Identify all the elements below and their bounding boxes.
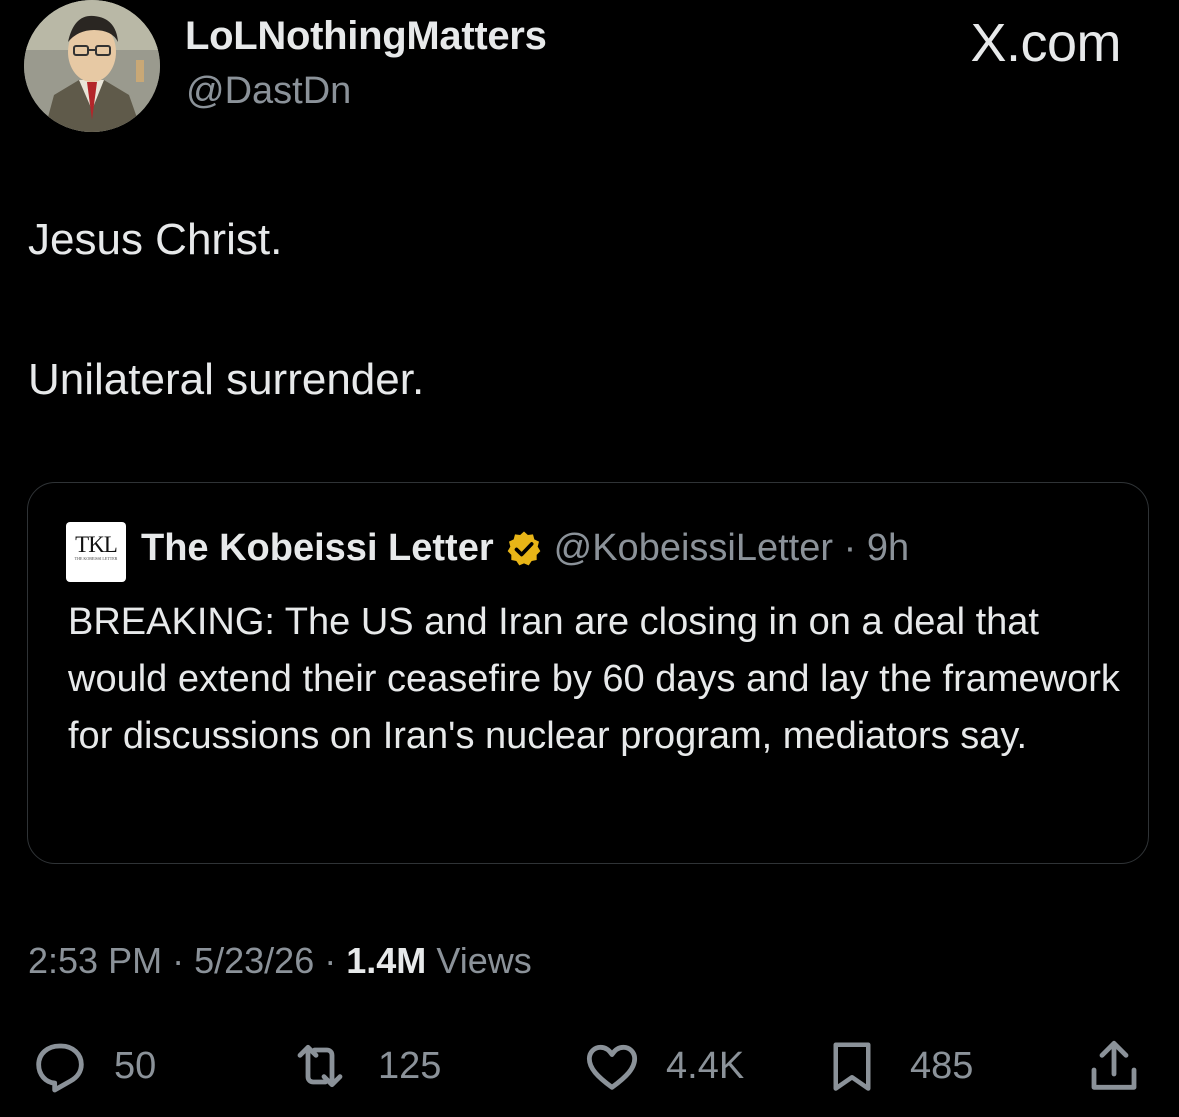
retweet-icon: [286, 1034, 354, 1098]
like-icon: [580, 1034, 644, 1098]
quoted-header: The Kobeissi Letter @KobeissiLetter · 9h: [141, 527, 909, 570]
quoted-tweet[interactable]: TKL THE KOBEISSI LETTER The Kobeissi Let…: [27, 482, 1149, 864]
views-count: 1.4M: [346, 940, 427, 981]
quoted-handle-text: @KobeissiLetter: [553, 527, 834, 569]
like-count: 4.4K: [666, 1044, 745, 1087]
tweet-date[interactable]: 5/23/26: [194, 940, 314, 981]
author-handle[interactable]: @DastDn: [186, 70, 351, 113]
logo-text: TKL: [75, 532, 118, 557]
reply-count: 50: [114, 1044, 157, 1087]
retweet-count: 125: [378, 1044, 442, 1087]
tweet-paragraph: Jesus Christ.: [28, 215, 283, 264]
retweet-button[interactable]: 125: [286, 1030, 441, 1102]
tweet-paragraph: Unilateral surrender.: [28, 355, 425, 404]
author-avatar[interactable]: [24, 0, 160, 132]
bookmark-icon: [822, 1034, 882, 1098]
bookmark-button[interactable]: 485: [822, 1030, 973, 1102]
brand-logo: X.com: [970, 13, 1121, 73]
tweet-time[interactable]: 2:53 PM: [28, 940, 162, 981]
quoted-author-avatar[interactable]: TKL THE KOBEISSI LETTER: [66, 522, 126, 582]
tweet-text: Jesus Christ. Unilateral surrender.: [28, 212, 1148, 492]
logo-subtext: THE KOBEISSI LETTER: [74, 556, 118, 561]
quoted-author-name[interactable]: The Kobeissi Letter: [141, 527, 494, 570]
like-button[interactable]: 4.4K: [580, 1030, 744, 1102]
views-label: Views: [436, 940, 532, 981]
separator-dot: ·: [172, 940, 185, 981]
share-icon: [1082, 1034, 1146, 1098]
bookmark-count: 485: [910, 1044, 974, 1087]
share-button[interactable]: [1082, 1030, 1146, 1102]
author-display-name[interactable]: LoLNothingMatters: [185, 14, 547, 59]
verified-badge-icon: [504, 529, 544, 569]
separator-dot: ·: [843, 527, 857, 569]
quoted-author-handle[interactable]: @KobeissiLetter · 9h: [554, 527, 909, 570]
reply-icon: [28, 1034, 92, 1098]
tweet-meta: 2:53 PM · 5/23/26 · 1.4M Views: [28, 940, 532, 982]
quoted-time: 9h: [866, 527, 910, 569]
quoted-text: BREAKING: The US and Iran are closing in…: [68, 601, 1120, 757]
reply-button[interactable]: 50: [28, 1030, 156, 1102]
action-bar: 50 125 4.4K 485: [0, 1030, 1179, 1102]
separator-dot: ·: [324, 940, 337, 981]
